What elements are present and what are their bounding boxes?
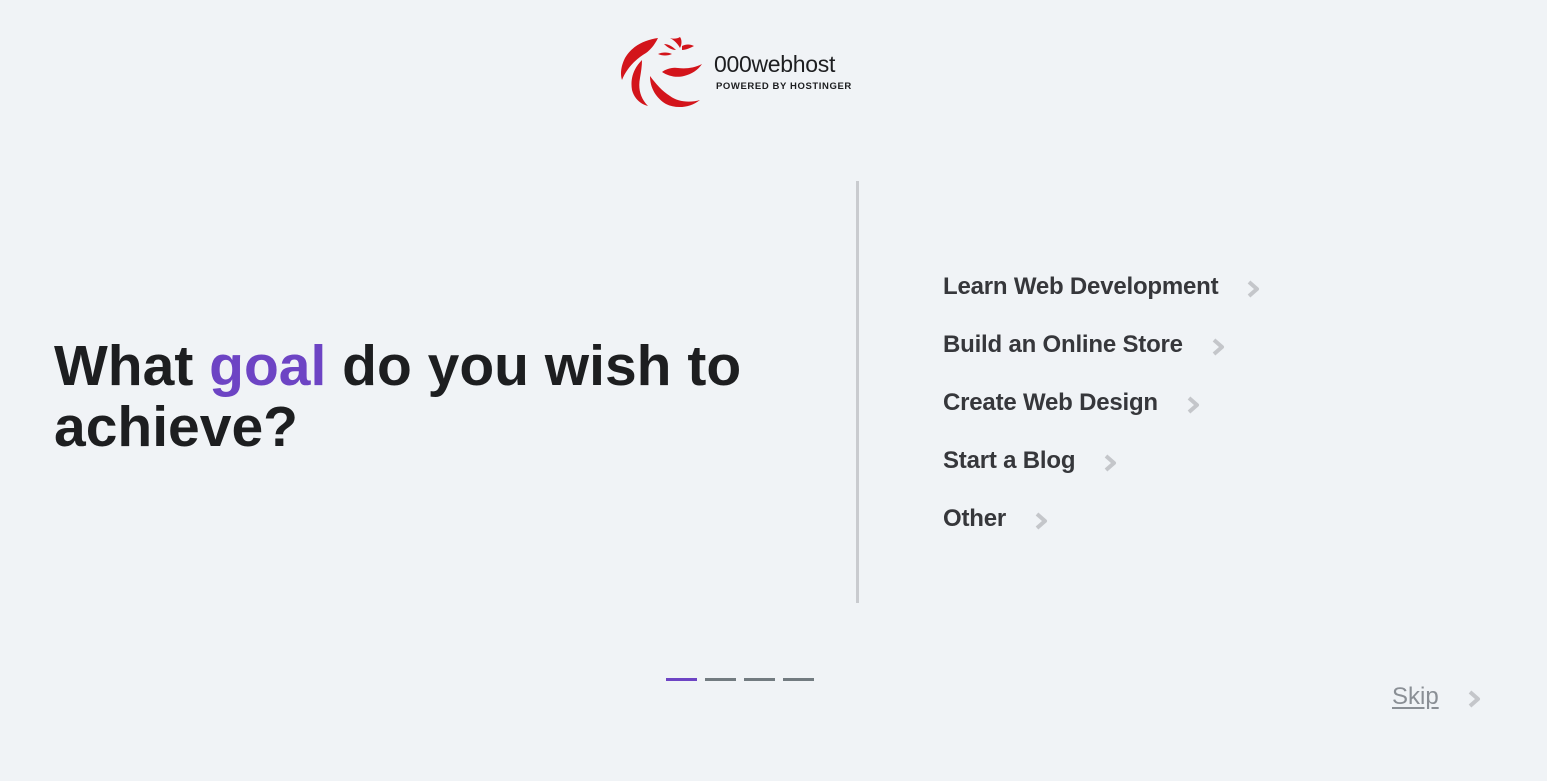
progress-step-3 xyxy=(744,678,775,681)
skip-label: Skip xyxy=(1392,683,1439,711)
page-title: What goal do you wish to achieve? xyxy=(54,336,774,458)
option-build-online-store[interactable]: Build an Online Store xyxy=(943,316,1260,374)
option-label: Start a Blog xyxy=(943,447,1075,475)
chevron-right-icon xyxy=(1467,690,1481,708)
progress-step-1 xyxy=(666,678,697,681)
goal-options-list: Learn Web Development Build an Online St… xyxy=(943,258,1260,548)
vertical-divider xyxy=(856,181,859,603)
option-create-web-design[interactable]: Create Web Design xyxy=(943,374,1260,432)
progress-step-2 xyxy=(705,678,736,681)
chevron-right-icon xyxy=(1103,454,1117,472)
title-before: What xyxy=(54,334,209,398)
option-start-a-blog[interactable]: Start a Blog xyxy=(943,432,1260,490)
option-other[interactable]: Other xyxy=(943,490,1260,548)
option-learn-web-development[interactable]: Learn Web Development xyxy=(943,258,1260,316)
progress-step-4 xyxy=(783,678,814,681)
step-progress-indicator xyxy=(666,678,814,681)
onboarding-page: 000webhost POWERED BY HOSTINGER What goa… xyxy=(0,0,1547,781)
option-label: Learn Web Development xyxy=(943,273,1218,301)
skip-button[interactable]: Skip xyxy=(1392,683,1481,711)
chevron-right-icon xyxy=(1246,280,1260,298)
chevron-right-icon xyxy=(1211,338,1225,356)
option-label: Other xyxy=(943,505,1006,533)
logo-wordmark: 000webhost xyxy=(714,53,835,76)
title-accent: goal xyxy=(209,334,326,398)
chevron-right-icon xyxy=(1186,396,1200,414)
option-label: Create Web Design xyxy=(943,389,1158,417)
000webhost-logo-icon xyxy=(620,36,704,110)
option-label: Build an Online Store xyxy=(943,331,1183,359)
brand-logo[interactable]: 000webhost POWERED BY HOSTINGER xyxy=(620,36,855,110)
chevron-right-icon xyxy=(1034,512,1048,530)
logo-tagline: POWERED BY HOSTINGER xyxy=(716,82,852,92)
